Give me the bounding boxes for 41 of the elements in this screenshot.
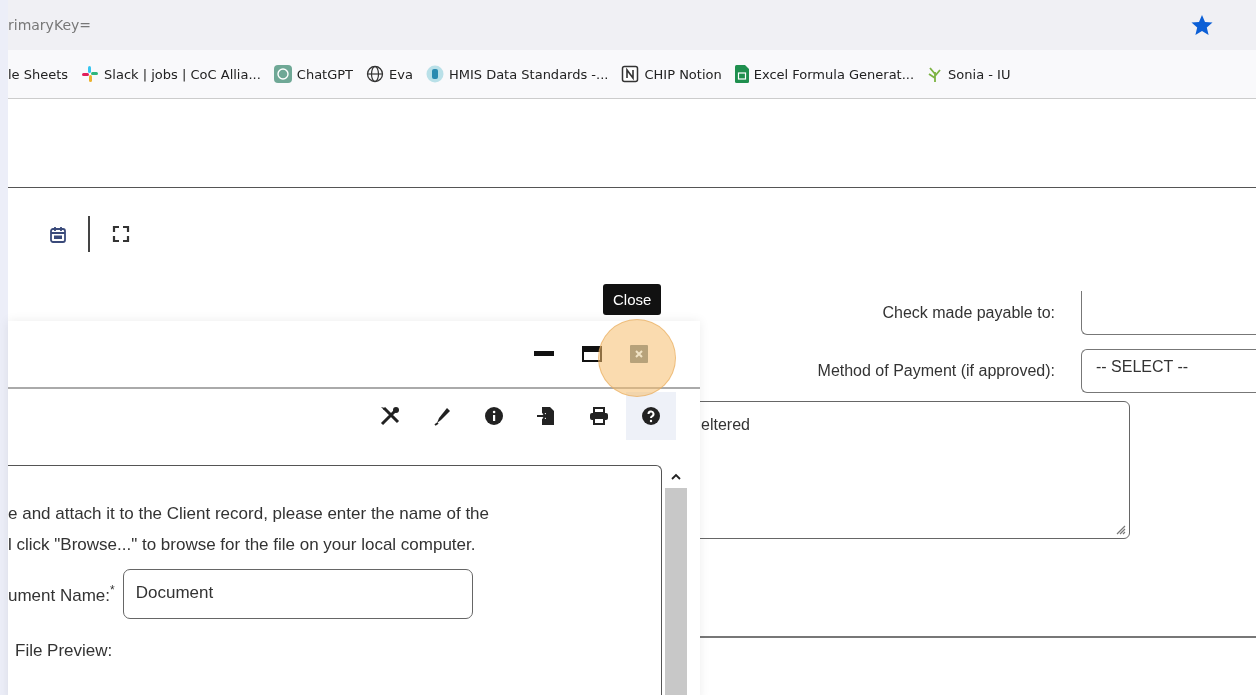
bookmark-item[interactable]: Excel Formula Generat...	[734, 65, 915, 83]
scroll-up-icon[interactable]	[671, 473, 681, 480]
minimize-icon[interactable]	[534, 351, 554, 357]
calendar-icon[interactable]	[50, 225, 66, 243]
marker-icon[interactable]	[434, 406, 452, 426]
hmis-icon	[425, 65, 444, 83]
star-icon[interactable]	[1190, 13, 1214, 37]
fullscreen-icon[interactable]	[112, 225, 130, 243]
bookmark-item[interactable]: Sonia - IU	[927, 65, 1011, 83]
help-icon	[642, 407, 660, 425]
maximize-icon[interactable]	[582, 346, 602, 362]
tools-icon[interactable]	[379, 405, 401, 427]
payment-method-select[interactable]: -- SELECT --	[1081, 349, 1256, 393]
print-icon[interactable]	[589, 407, 609, 425]
bookmark-item[interactable]: le Sheets	[8, 66, 69, 82]
bookmark-item[interactable]: Slack | jobs | CoC Allia...	[81, 65, 261, 83]
chatgpt-icon	[273, 65, 292, 83]
instruction-text: l click "Browse..." to browse for the file on your local computer.	[8, 535, 477, 555]
document-name-label: ument Name:$^{*}$	[8, 582, 115, 606]
close-tooltip: Close	[603, 284, 662, 315]
field-label: Method of Payment (if approved):	[816, 362, 1055, 380]
payee-input[interactable]	[1081, 291, 1256, 335]
info-icon[interactable]	[485, 407, 503, 425]
help-button[interactable]	[626, 392, 676, 440]
bookmark-item[interactable]: CHIP Notion	[621, 65, 722, 83]
field-label: Check made payable to:	[881, 304, 1055, 322]
file-import-icon[interactable]	[536, 406, 556, 426]
instruction-text: e and attach it to the Client record, please enter the name of the	[8, 504, 491, 524]
resize-grip-icon[interactable]	[1114, 523, 1126, 535]
globe-icon	[366, 65, 385, 83]
notion-icon	[621, 65, 640, 83]
bookmark-item[interactable]: ChatGPT	[273, 65, 354, 83]
file-preview-label: File Preview:	[15, 641, 114, 661]
bookmark-item[interactable]: HMIS Data Standards -...	[425, 65, 609, 83]
document-name-input[interactable]: Document	[122, 569, 473, 619]
leaf-icon	[927, 65, 944, 83]
bookmark-item[interactable]: Eva	[366, 65, 413, 83]
address-text: rimaryKey=	[8, 17, 92, 33]
spreadsheet-icon	[734, 65, 749, 83]
address-bar[interactable]: rimaryKey=	[8, 0, 1256, 50]
slack-icon	[81, 65, 100, 83]
